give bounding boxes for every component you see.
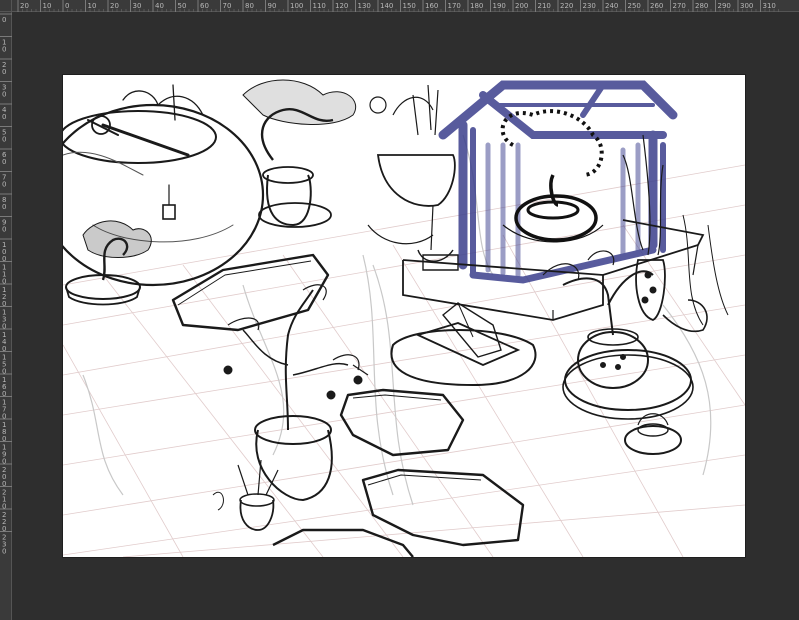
round-pot-right bbox=[542, 250, 694, 420]
horizontal-ruler[interactable]: 20 10 0 10 20 30 40 50 60 70 80 90 100 110 120 130 140 15… bbox=[12, 0, 799, 12]
ruler-label: 170 bbox=[448, 2, 461, 10]
ruler-label: 20 bbox=[20, 2, 29, 10]
ruler-label: 0 bbox=[65, 2, 69, 10]
ruler-label: 160 bbox=[425, 2, 438, 10]
ruler-label: 140 bbox=[380, 2, 393, 10]
ruler-label: 310 bbox=[763, 2, 776, 10]
ruler-label: 200 bbox=[515, 2, 528, 10]
shrine-house bbox=[438, 80, 678, 284]
ruler-label: 270 bbox=[673, 2, 686, 10]
ruler-label: 0 bbox=[2, 46, 6, 54]
ruler-label: 0 bbox=[2, 113, 6, 121]
ruler-label: 120 bbox=[335, 2, 348, 10]
ruler-label: 0 bbox=[2, 136, 6, 144]
ruler-label: 0 bbox=[2, 68, 6, 76]
ruler-label: 130 bbox=[358, 2, 371, 10]
ruler-label: 40 bbox=[155, 2, 164, 10]
ruler-label: 10 bbox=[88, 2, 97, 10]
ruler-label: 240 bbox=[605, 2, 618, 10]
document-canvas[interactable] bbox=[63, 75, 745, 557]
ruler-label: 30 bbox=[133, 2, 142, 10]
ruler-label: 280 bbox=[695, 2, 708, 10]
ruler-label: 0 bbox=[2, 158, 6, 166]
ruler-label: 70 bbox=[223, 2, 232, 10]
ruler-label: 190 bbox=[493, 2, 506, 10]
ruler-label: 220 bbox=[560, 2, 573, 10]
ruler-label: 80 bbox=[245, 2, 254, 10]
ruler-label: 10 bbox=[43, 2, 52, 10]
ruler-label: 0 bbox=[2, 226, 6, 234]
ruler-label: 300 bbox=[740, 2, 753, 10]
ruler-label: 180 bbox=[470, 2, 483, 10]
canvas-workspace[interactable] bbox=[12, 12, 799, 620]
ruler-label: 20 bbox=[110, 2, 119, 10]
ruler-label: 0 bbox=[2, 203, 6, 211]
potted-tree-center bbox=[223, 284, 369, 502]
ruler-label: 0 bbox=[2, 548, 6, 556]
crystal-pedestal bbox=[390, 302, 537, 387]
ruler-label: 60 bbox=[200, 2, 209, 10]
ruler-label: 110 bbox=[313, 2, 326, 10]
ruler-label: 0 bbox=[2, 91, 6, 99]
ruler-corner[interactable] bbox=[0, 0, 12, 12]
ruler-label: 0 bbox=[2, 16, 6, 24]
ruler-label: 230 bbox=[583, 2, 596, 10]
ruler-label: 90 bbox=[268, 2, 277, 10]
ruler-label: 100 bbox=[290, 2, 303, 10]
ruler-label: 0 bbox=[2, 181, 6, 189]
ruler-label: 150 bbox=[403, 2, 416, 10]
ruler-label: 250 bbox=[628, 2, 641, 10]
horizontal-ruler-ticks: 20 10 0 10 20 30 40 50 60 70 80 90 100 110 120 130 140 15… bbox=[17, 0, 779, 12]
ruler-label: 260 bbox=[650, 2, 663, 10]
ruler-label: 210 bbox=[538, 2, 551, 10]
vertical-ruler-ticks: 0102030405060708090100110120130140150160… bbox=[0, 13, 12, 556]
stepping-stones bbox=[171, 253, 525, 557]
ruler-label: 290 bbox=[718, 2, 731, 10]
construction-lines bbox=[82, 134, 712, 506]
vertical-ruler[interactable]: 0102030405060708090100110120130140150160… bbox=[0, 12, 12, 620]
ruler-label: 50 bbox=[178, 2, 187, 10]
sketch-artwork bbox=[63, 79, 745, 557]
small-plant-bottom bbox=[212, 459, 279, 531]
bonsai-pot bbox=[242, 79, 387, 228]
